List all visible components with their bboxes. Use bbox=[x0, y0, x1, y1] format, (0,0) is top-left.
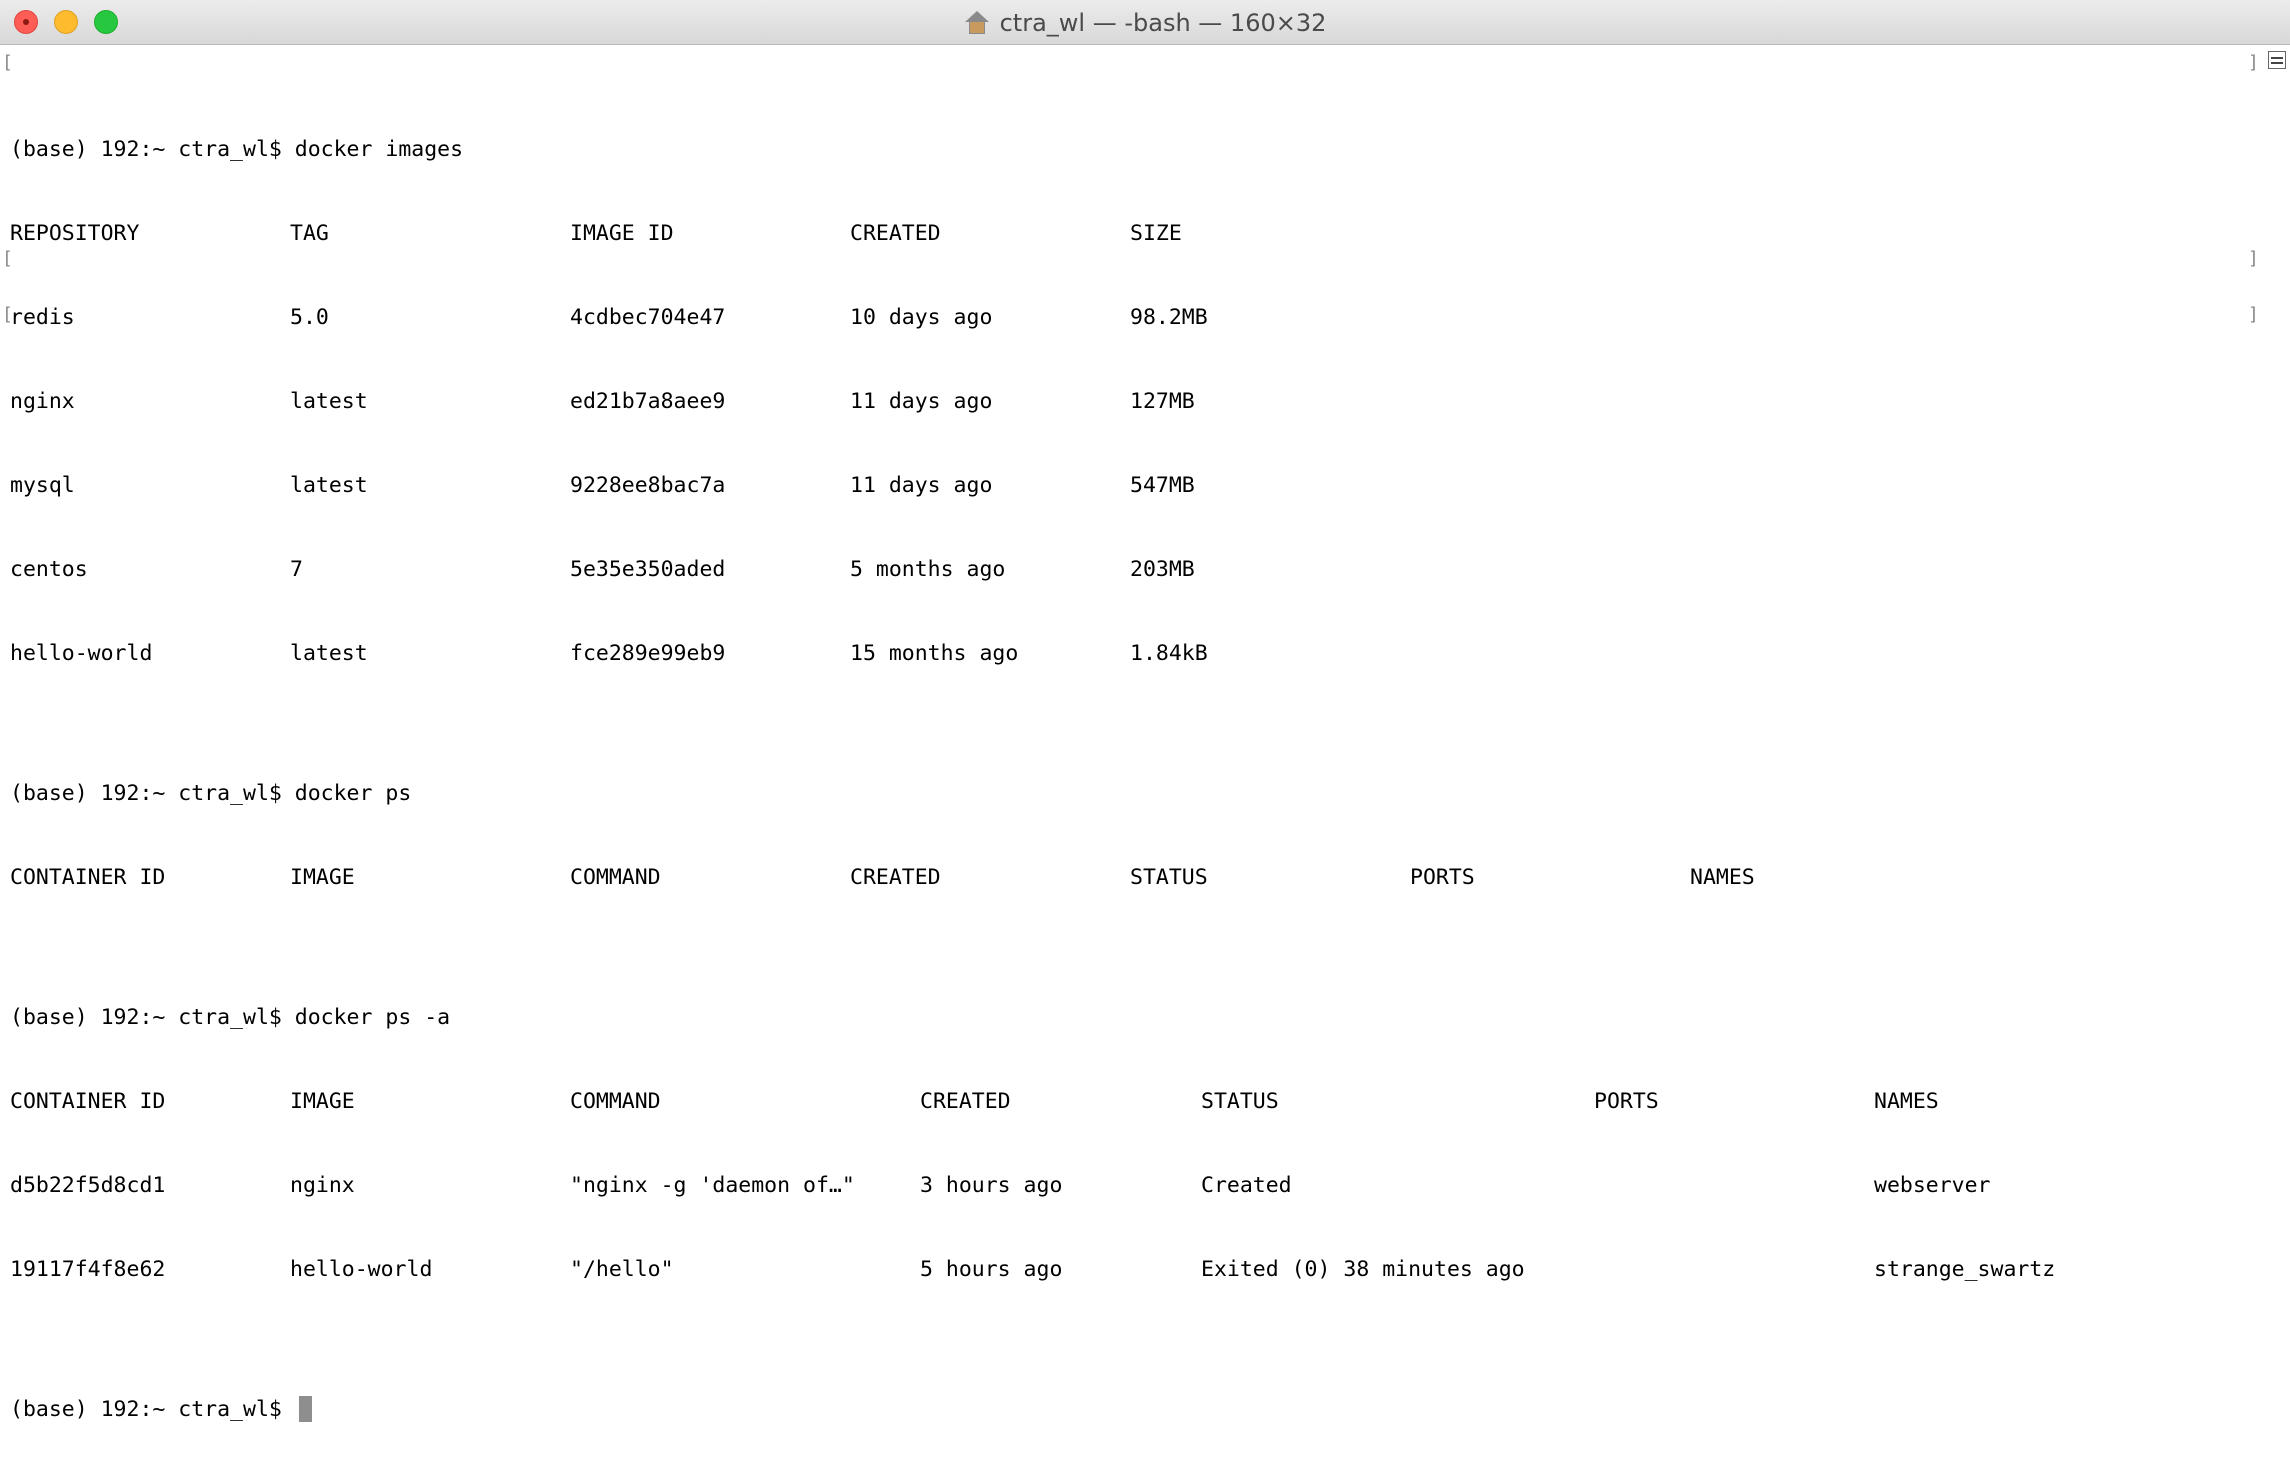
ps-a-header-row: CONTAINER ID IMAGE COMMAND CREATED STATUS POR… bbox=[10, 1088, 2240, 1116]
header-cell: CREATED bbox=[850, 865, 941, 890]
scrollbar[interactable] bbox=[2264, 45, 2290, 956]
table-cell: hello-world bbox=[10, 641, 153, 666]
table-cell: 3 hours ago bbox=[920, 1173, 1063, 1198]
images-header-row: REPOSITORY TAG IMAGE ID CREATED SIZE bbox=[10, 220, 2240, 248]
table-cell: fce289e99eb9 bbox=[570, 641, 726, 666]
table-cell: 19117f4f8e62 bbox=[10, 1257, 166, 1282]
window-title-area: ctra_wl — -bash — 160×32 bbox=[0, 0, 2290, 45]
table-cell: latest bbox=[290, 641, 368, 666]
table-cell: nginx bbox=[10, 389, 75, 414]
table-cell: 127MB bbox=[1130, 389, 1195, 414]
header-cell: PORTS bbox=[1410, 865, 1475, 890]
header-cell: COMMAND bbox=[570, 1089, 661, 1114]
header-cell: IMAGE bbox=[290, 1089, 355, 1114]
header-cell: NAMES bbox=[1874, 1089, 1939, 1114]
command-text: docker ps bbox=[294, 781, 412, 806]
text-cursor bbox=[298, 1396, 312, 1422]
header-cell: NAMES bbox=[1690, 865, 1755, 890]
title-bar[interactable]: ctra_wl — -bash — 160×32 bbox=[0, 0, 2290, 45]
header-cell: SIZE bbox=[1130, 221, 1182, 246]
prompt: (base) 192:~ ctra_wl$ bbox=[10, 1397, 295, 1422]
mark-bracket-right: ] bbox=[2248, 52, 2259, 73]
header-cell: IMAGE bbox=[290, 865, 355, 890]
header-cell: PORTS bbox=[1594, 1089, 1659, 1114]
command-line: (base) 192:~ ctra_wl$ docker ps bbox=[10, 780, 2240, 808]
table-row: centos 7 5e35e350aded 5 months ago 203MB bbox=[10, 556, 2240, 584]
table-cell: 1.84kB bbox=[1130, 641, 1208, 666]
header-cell: STATUS bbox=[1201, 1089, 1279, 1114]
header-cell: REPOSITORY bbox=[10, 221, 140, 246]
table-cell: centos bbox=[10, 557, 88, 582]
command-text: docker ps -a bbox=[294, 1005, 451, 1030]
table-cell: latest bbox=[290, 389, 368, 414]
command-line: (base) 192:~ ctra_wl$ docker ps -a bbox=[10, 1004, 2240, 1032]
table-cell: Exited (0) 38 minutes ago bbox=[1201, 1257, 1525, 1282]
table-row: mysql latest 9228ee8bac7a 11 days ago 547MB bbox=[10, 472, 2240, 500]
header-cell: STATUS bbox=[1130, 865, 1208, 890]
table-cell: 11 days ago bbox=[850, 389, 993, 414]
table-cell: 11 days ago bbox=[850, 473, 993, 498]
header-cell: TAG bbox=[290, 221, 329, 246]
prompt: (base) 192:~ ctra_wl$ bbox=[10, 1005, 295, 1030]
table-cell: 5 months ago bbox=[850, 557, 1006, 582]
ps-header-row: CONTAINER ID IMAGE COMMAND CREATED STATUS POR… bbox=[10, 864, 2240, 892]
table-cell: "/hello" bbox=[570, 1257, 674, 1282]
table-row: nginx latest ed21b7a8aee9 11 days ago 127MB bbox=[10, 388, 2240, 416]
table-cell: webserver bbox=[1874, 1173, 1991, 1198]
mark-bracket-left: [ bbox=[2, 248, 13, 269]
header-cell: IMAGE ID bbox=[570, 221, 674, 246]
table-cell: "nginx -g 'daemon of…" bbox=[570, 1173, 855, 1198]
home-folder-icon bbox=[964, 10, 990, 35]
table-cell: hello-world bbox=[290, 1257, 433, 1282]
table-cell: nginx bbox=[290, 1173, 355, 1198]
table-cell: 5 hours ago bbox=[920, 1257, 1063, 1282]
terminal-window: ctra_wl — -bash — 160×32 (base) 192:~ ct… bbox=[0, 0, 2290, 1422]
split-pane-icon[interactable] bbox=[2268, 51, 2286, 69]
table-cell: Created bbox=[1201, 1173, 1292, 1198]
table-row: d5b22f5d8cd1 nginx "nginx -g 'daemon of…" 3… bbox=[10, 1172, 2240, 1200]
window-title: ctra_wl — -bash — 160×32 bbox=[999, 8, 1327, 37]
table-cell: 4cdbec704e47 bbox=[570, 305, 726, 330]
table-cell: 9228ee8bac7a bbox=[570, 473, 726, 498]
table-row: redis 5.0 4cdbec704e47 10 days ago 98.2MB bbox=[10, 304, 2240, 332]
table-cell: latest bbox=[290, 473, 368, 498]
table-cell: 7 bbox=[290, 557, 303, 582]
table-cell: 5e35e350aded bbox=[570, 557, 726, 582]
header-cell: CONTAINER ID bbox=[10, 1089, 166, 1114]
table-cell: 203MB bbox=[1130, 557, 1195, 582]
command-text: docker images bbox=[294, 137, 464, 162]
prompt: (base) 192:~ ctra_wl$ bbox=[10, 137, 295, 162]
table-cell: 5.0 bbox=[290, 305, 329, 330]
table-cell: 15 months ago bbox=[850, 641, 1019, 666]
table-row: hello-world latest fce289e99eb9 15 months a… bbox=[10, 640, 2240, 668]
mark-bracket-left: [ bbox=[2, 52, 13, 73]
table-cell: d5b22f5d8cd1 bbox=[10, 1173, 166, 1198]
header-cell: CREATED bbox=[920, 1089, 1011, 1114]
header-cell: COMMAND bbox=[570, 865, 661, 890]
terminal-output[interactable]: (base) 192:~ ctra_wl$ docker images REPO… bbox=[10, 52, 2240, 1422]
current-prompt-line[interactable]: (base) 192:~ ctra_wl$ bbox=[10, 1396, 2240, 1424]
table-cell: strange_swartz bbox=[1874, 1257, 2056, 1282]
table-cell: 10 days ago bbox=[850, 305, 993, 330]
header-cell: CONTAINER ID bbox=[10, 865, 166, 890]
table-cell: redis bbox=[10, 305, 75, 330]
mark-bracket-right: ] bbox=[2248, 304, 2259, 325]
table-cell: mysql bbox=[10, 473, 75, 498]
mark-bracket-left: [ bbox=[2, 304, 13, 325]
header-cell: CREATED bbox=[850, 221, 941, 246]
prompt: (base) 192:~ ctra_wl$ bbox=[10, 781, 295, 806]
table-cell: 98.2MB bbox=[1130, 305, 1208, 330]
command-line: (base) 192:~ ctra_wl$ docker images bbox=[10, 136, 2240, 164]
table-row: 19117f4f8e62 hello-world "/hello" 5 hours a… bbox=[10, 1256, 2240, 1284]
table-cell: 547MB bbox=[1130, 473, 1195, 498]
table-cell: ed21b7a8aee9 bbox=[570, 389, 726, 414]
mark-bracket-right: ] bbox=[2248, 248, 2259, 269]
